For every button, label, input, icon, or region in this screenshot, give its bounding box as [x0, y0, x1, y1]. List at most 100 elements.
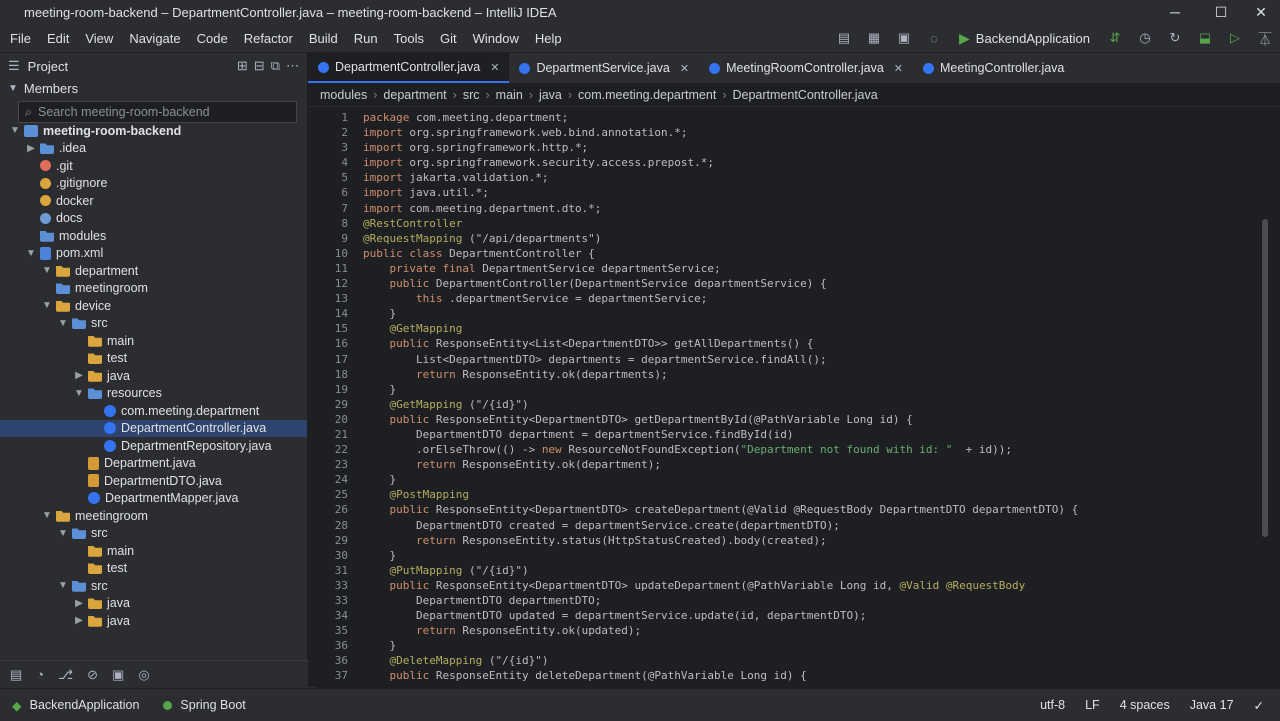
tree-item[interactable]: test — [0, 350, 307, 368]
line-number[interactable]: 13 — [308, 291, 348, 306]
chevron-right-icon[interactable]: ▶ — [24, 143, 38, 154]
project-search-input[interactable]: ⌕ Search meeting-room-backend — [18, 101, 297, 123]
terminal-tool-icon[interactable]: ▣ — [112, 667, 124, 683]
line-number[interactable]: 10 — [308, 246, 348, 261]
tree-item[interactable]: ▼ src — [0, 525, 307, 543]
line-number[interactable]: 17 — [308, 352, 348, 367]
code-line[interactable]: List<DepartmentDTO> departments = depart… — [363, 352, 1270, 367]
code-line[interactable]: public ResponseEntity deleteDepartment(@… — [363, 668, 1270, 683]
code-line[interactable]: .orElseThrow(() -> new ResourceNotFoundE… — [363, 442, 1270, 457]
editor-tab[interactable]: MeetingController.java — [913, 53, 1074, 83]
menu-edit[interactable]: Edit — [39, 31, 77, 46]
line-number[interactable]: 19 — [308, 382, 348, 397]
tree-item[interactable]: modules — [0, 227, 307, 245]
tree-item[interactable]: ▼ device — [0, 297, 307, 315]
close-window-button[interactable]: ✕ — [1238, 0, 1280, 24]
tree-item[interactable]: com.meeting.department — [0, 402, 307, 420]
line-number[interactable]: 6 — [308, 185, 348, 200]
endpoints-tool-icon[interactable]: ◎ — [138, 667, 149, 683]
tree-item[interactable]: ▼ meeting-room-backend — [0, 122, 307, 140]
chevron-down-icon[interactable]: ▼ — [40, 510, 54, 521]
code-line[interactable]: } — [363, 306, 1270, 321]
code-line[interactable]: package com.meeting.department; — [363, 110, 1270, 125]
layout-icon[interactable]: ▣ — [891, 27, 917, 49]
chevron-down-icon[interactable]: ▼ — [56, 528, 70, 539]
line-number[interactable]: 28 — [308, 518, 348, 533]
locate-icon[interactable]: ⊞ — [237, 58, 248, 74]
chevron-down-icon[interactable]: ▼ — [40, 265, 54, 276]
line-number[interactable]: 34 — [308, 608, 348, 623]
code-line[interactable]: } — [363, 382, 1270, 397]
code-line[interactable]: return ResponseEntity.status(HttpStatusC… — [363, 533, 1270, 548]
code-line[interactable]: public ResponseEntity<DepartmentDTO> get… — [363, 412, 1270, 427]
tree-item[interactable]: ▼ department — [0, 262, 307, 280]
close-tab-icon[interactable]: ✕ — [680, 62, 689, 75]
line-number[interactable]: 29 — [308, 533, 348, 548]
line-number[interactable]: 36 — [308, 653, 348, 668]
line-number[interactable]: 4 — [308, 155, 348, 170]
tree-item[interactable]: docs — [0, 210, 307, 228]
checkmark-icon[interactable]: ✓ — [1254, 698, 1264, 713]
code-line[interactable]: DepartmentDTO updated = departmentServic… — [363, 608, 1270, 623]
tree-item[interactable]: ▶ .idea — [0, 140, 307, 158]
line-number[interactable]: 15 — [308, 321, 348, 336]
chevron-down-icon[interactable]: ▼ — [40, 300, 54, 311]
menu-build[interactable]: Build — [301, 31, 346, 46]
status-indent[interactable]: 4 spaces — [1120, 698, 1170, 712]
line-number[interactable]: 12 — [308, 276, 348, 291]
editor-tab[interactable]: MeetingRoomController.java ✕ — [699, 53, 913, 83]
code-line[interactable]: } — [363, 548, 1270, 563]
code-editor[interactable]: 1 2 3 4 5 6 7 8 9 10 11 12 13 14 15 16 17 18 19 29 20 21 22 23 2… — [308, 107, 1270, 687]
tree-item[interactable]: ▶ java — [0, 612, 307, 630]
code-line[interactable]: private final DepartmentService departme… — [363, 261, 1270, 276]
build-icon[interactable]: ▤ — [831, 27, 857, 49]
tree-item[interactable]: ▼ src — [0, 577, 307, 595]
tree-item[interactable]: ▼ pom.xml — [0, 245, 307, 263]
tree-item[interactable]: ▶ java — [0, 595, 307, 613]
code-line[interactable]: this .departmentService = departmentServ… — [363, 291, 1270, 306]
status-framework[interactable]: Spring Boot — [180, 698, 245, 712]
tree-item[interactable]: DepartmentMapper.java — [0, 490, 307, 508]
menu-view[interactable]: View — [77, 31, 121, 46]
editor-tab[interactable]: DepartmentService.java ✕ — [509, 53, 699, 83]
code-line[interactable]: return ResponseEntity.ok(updated); — [363, 623, 1270, 638]
line-number[interactable]: 29 — [308, 397, 348, 412]
tree-item[interactable]: test — [0, 560, 307, 578]
breadcrumb-item[interactable]: main — [496, 88, 523, 102]
line-number[interactable]: 8 — [308, 216, 348, 231]
menu-code[interactable]: Code — [189, 31, 236, 46]
members-toggle[interactable]: ▼ Members — [0, 79, 307, 97]
code-line[interactable]: return ResponseEntity.ok(departments); — [363, 367, 1270, 382]
breadcrumb-item[interactable]: src — [463, 88, 480, 102]
line-number[interactable]: 22 — [308, 442, 348, 457]
status-run-app[interactable]: BackendApplication — [30, 698, 140, 712]
line-number[interactable]: 3 — [308, 140, 348, 155]
code-line[interactable]: public ResponseEntity<DepartmentDTO> upd… — [363, 578, 1270, 593]
line-number[interactable]: 35 — [308, 623, 348, 638]
run-configuration-selector[interactable]: ▶ BackendApplication — [949, 30, 1100, 47]
line-number[interactable]: 25 — [308, 487, 348, 502]
breadcrumb-item[interactable]: java — [539, 88, 562, 102]
line-number[interactable]: 31 — [308, 563, 348, 578]
breadcrumb-item[interactable]: department — [383, 88, 446, 102]
code-line[interactable]: public DepartmentController(DepartmentSe… — [363, 276, 1270, 291]
breadcrumb-item[interactable]: DepartmentController.java — [732, 88, 877, 102]
breadcrumb-item[interactable]: com.meeting.department — [578, 88, 716, 102]
tree-item[interactable]: main — [0, 332, 307, 350]
tree-item[interactable]: Department.java — [0, 455, 307, 473]
line-number[interactable]: 24 — [308, 472, 348, 487]
close-tab-icon[interactable]: ✕ — [894, 62, 903, 75]
debug-run-icon[interactable]: ▷ — [1222, 27, 1248, 49]
tree-item[interactable]: ▼ src — [0, 315, 307, 333]
line-number[interactable]: 20 — [308, 412, 348, 427]
tree-item[interactable]: .git — [0, 157, 307, 175]
menu-git[interactable]: Git — [432, 31, 465, 46]
status-line-separator[interactable]: LF — [1085, 698, 1100, 712]
code-line[interactable]: @PostMapping — [363, 487, 1270, 502]
chevron-right-icon[interactable]: ▶ — [72, 615, 86, 626]
line-number[interactable]: 7 — [308, 201, 348, 216]
code-line[interactable]: public class DepartmentController { — [363, 246, 1270, 261]
line-number[interactable]: 33 — [308, 578, 348, 593]
code-line[interactable]: return ResponseEntity.ok(department); — [363, 457, 1270, 472]
close-tab-icon[interactable]: ✕ — [490, 61, 499, 74]
